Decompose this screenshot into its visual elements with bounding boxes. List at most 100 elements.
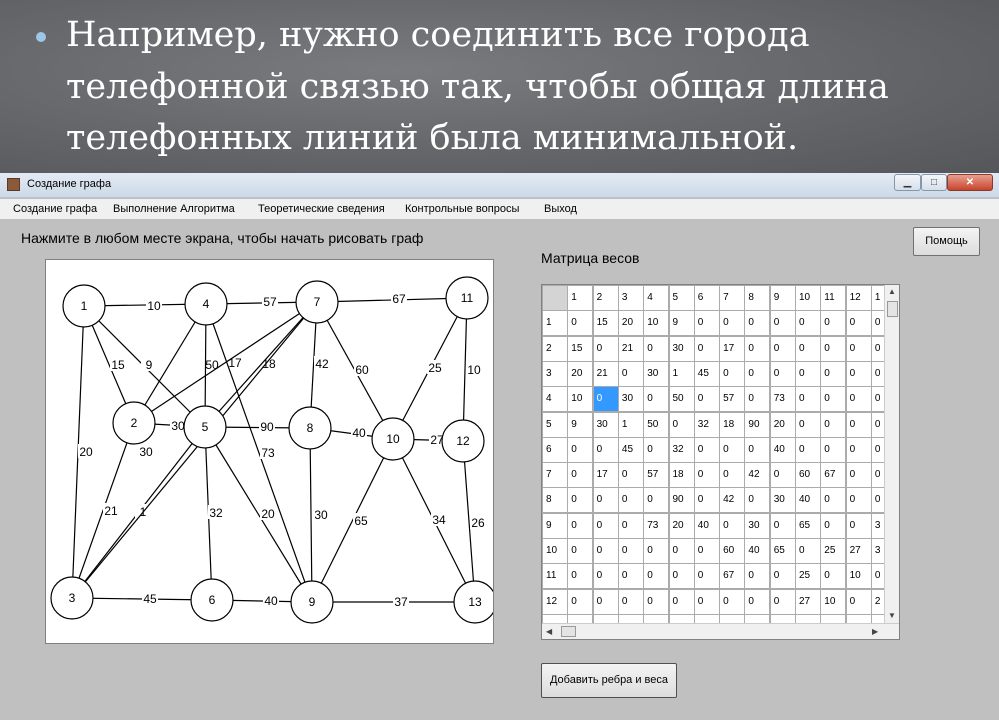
matrix-cell[interactable]: 0 (644, 488, 669, 513)
matrix-cell[interactable]: 0 (568, 463, 593, 488)
matrix-cell[interactable]: 0 (694, 437, 719, 462)
matrix-cell[interactable]: 0 (593, 539, 618, 563)
matrix-cell[interactable]: 0 (821, 336, 846, 361)
matrix-cell[interactable]: 0 (720, 513, 745, 538)
matrix-cell[interactable]: 65 (796, 513, 820, 538)
matrix-cell[interactable]: 18 (720, 412, 745, 437)
matrix-cell[interactable]: 0 (745, 387, 770, 412)
matrix-cell[interactable]: 0 (593, 513, 618, 538)
matrix-cell[interactable]: 0 (745, 589, 770, 614)
matrix-cell[interactable]: 10 (846, 564, 871, 589)
matrix-cell[interactable]: 0 (593, 488, 618, 513)
matrix-cell[interactable]: 15 (568, 336, 593, 361)
matrix-cell[interactable]: 0 (846, 488, 871, 513)
matrix-cell[interactable]: 0 (745, 311, 770, 336)
matrix-cell[interactable]: 73 (644, 513, 669, 538)
matrix-cell[interactable]: 0 (846, 387, 871, 412)
scroll-right-icon[interactable]: ▶ (872, 627, 878, 636)
matrix-cell[interactable]: 0 (846, 463, 871, 488)
matrix-cell[interactable]: 20 (770, 412, 795, 437)
matrix-cell[interactable]: 57 (644, 463, 669, 488)
matrix-cell[interactable]: 30 (770, 488, 795, 513)
menu-questions[interactable]: Контрольные вопросы (405, 203, 519, 215)
matrix-cell[interactable]: 0 (593, 589, 618, 614)
matrix-cell[interactable]: 0 (644, 387, 669, 412)
matrix-cell[interactable]: 0 (694, 336, 719, 361)
matrix-cell[interactable]: 0 (745, 564, 770, 589)
matrix-cell[interactable]: 60 (720, 539, 745, 563)
matrix-cell[interactable]: 0 (821, 564, 846, 589)
weights-matrix[interactable]: 1 2 3 4 5 6 7 8 9 10 11 12 1 1 0 15 20 10 9 0 0 0 0 0 0 0 0 2 15 0 21 0… (541, 284, 900, 640)
matrix-cell[interactable]: 30 (669, 336, 694, 361)
matrix-cell[interactable]: 90 (669, 488, 694, 513)
matrix-cell[interactable]: 0 (821, 513, 846, 538)
matrix-cell[interactable]: 0 (568, 539, 593, 563)
scroll-left-icon[interactable]: ◀ (546, 627, 552, 636)
matrix-cell[interactable]: 60 (796, 463, 820, 488)
matrix-cell[interactable]: 21 (593, 361, 618, 386)
matrix-cell[interactable]: 9 (568, 412, 593, 437)
matrix-cell[interactable]: 0 (796, 311, 820, 336)
matrix-cell[interactable]: 0 (720, 361, 745, 386)
matrix-cell[interactable]: 0 (846, 513, 871, 538)
matrix-cell[interactable]: 0 (770, 589, 795, 614)
matrix-cell[interactable]: 0 (669, 564, 694, 589)
matrix-cell[interactable]: 0 (568, 488, 593, 513)
matrix-cell[interactable]: 0 (644, 564, 669, 589)
matrix-cell[interactable]: 30 (618, 387, 643, 412)
matrix-cell[interactable]: 0 (593, 387, 618, 412)
matrix-cell[interactable]: 0 (846, 336, 871, 361)
matrix-cell[interactable]: 0 (745, 336, 770, 361)
close-button[interactable]: ✕ (947, 174, 993, 191)
help-button[interactable]: Помощь (913, 227, 980, 256)
matrix-cell[interactable]: 0 (846, 311, 871, 336)
menu-run-algorithm[interactable]: Выполнение Алгоритма (113, 203, 235, 215)
matrix-cell[interactable]: 0 (694, 589, 719, 614)
matrix-cell[interactable]: 0 (644, 437, 669, 462)
matrix-cell[interactable]: 40 (694, 513, 719, 538)
matrix-cell[interactable]: 30 (644, 361, 669, 386)
matrix-cell[interactable]: 0 (821, 311, 846, 336)
matrix-cell[interactable]: 42 (720, 488, 745, 513)
matrix-cell[interactable]: 0 (568, 564, 593, 589)
matrix-cell[interactable]: 0 (618, 539, 643, 563)
maximize-button[interactable]: □ (921, 174, 947, 191)
matrix-cell[interactable]: 65 (770, 539, 795, 563)
matrix-cell[interactable]: 0 (618, 513, 643, 538)
matrix-cell[interactable]: 0 (821, 437, 846, 462)
matrix-cell[interactable]: 0 (770, 513, 795, 538)
matrix-cell[interactable]: 0 (796, 336, 820, 361)
matrix-cell[interactable]: 0 (568, 311, 593, 336)
matrix-cell[interactable]: 0 (745, 361, 770, 386)
matrix-cell[interactable]: 0 (821, 412, 846, 437)
matrix-cell[interactable]: 0 (618, 361, 643, 386)
matrix-cell[interactable]: 0 (846, 412, 871, 437)
scroll-thumb[interactable] (887, 301, 898, 317)
matrix-cell[interactable]: 1 (618, 412, 643, 437)
matrix-cell[interactable]: 90 (745, 412, 770, 437)
matrix-cell[interactable]: 0 (846, 589, 871, 614)
matrix-cell[interactable]: 25 (796, 564, 820, 589)
matrix-cell[interactable]: 10 (821, 589, 846, 614)
matrix-cell[interactable]: 0 (644, 336, 669, 361)
matrix-cell[interactable]: 0 (796, 412, 820, 437)
matrix-cell[interactable]: 0 (669, 412, 694, 437)
matrix-cell[interactable]: 73 (770, 387, 795, 412)
matrix-cell[interactable]: 0 (644, 589, 669, 614)
menu-theory[interactable]: Теоретические сведения (258, 203, 385, 215)
matrix-cell[interactable]: 67 (720, 564, 745, 589)
matrix-cell[interactable]: 42 (745, 463, 770, 488)
matrix-cell[interactable]: 32 (694, 412, 719, 437)
matrix-cell[interactable]: 0 (770, 463, 795, 488)
matrix-cell[interactable]: 0 (796, 387, 820, 412)
matrix-cell[interactable]: 0 (821, 488, 846, 513)
menu-create-graph[interactable]: Создание графа (13, 203, 97, 215)
matrix-cell[interactable]: 45 (694, 361, 719, 386)
matrix-cell[interactable]: 0 (593, 336, 618, 361)
matrix-cell[interactable]: 40 (745, 539, 770, 563)
matrix-cell[interactable]: 0 (669, 589, 694, 614)
matrix-cell[interactable]: 27 (796, 589, 820, 614)
title-bar[interactable]: Создание графа ▁ □ ✕ (0, 173, 999, 198)
matrix-cell[interactable]: 17 (593, 463, 618, 488)
matrix-cell[interactable]: 17 (720, 336, 745, 361)
